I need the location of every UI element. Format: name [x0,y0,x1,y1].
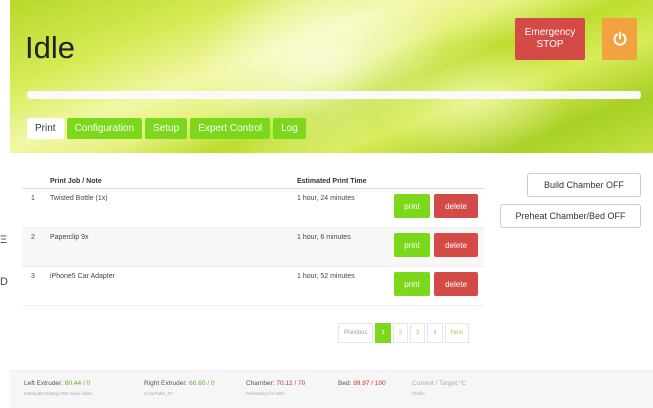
job-time: 1 hour, 6 minutes [297,234,351,241]
left-extruder-label: Left Extruder: [24,380,64,387]
job-time: 1 hour, 24 minutes [297,195,355,202]
row-number: 3 [31,273,35,280]
table-row: 1 Twisted Bottle (1x) 1 hour, 24 minutes… [22,189,484,228]
right-extruder-material: ColorFabb_XT [144,391,174,396]
tab-print[interactable]: Print [27,118,64,139]
temperature-footer: Left Extruder: 60.44 / 0 KSMegBAG(Meg AB… [10,370,653,408]
chamber-note: Preheating for ABS [246,391,285,396]
tab-configuration[interactable]: Configuration [66,118,143,139]
emergency-stop-button[interactable]: Emergency STOP [515,18,585,60]
delete-button[interactable]: delete [434,194,478,218]
estop-label-line1: Emergency [524,27,576,38]
print-button[interactable]: print [394,233,430,257]
current-target-label: Current / Target °C [412,380,467,387]
chamber-label: Chamber: [246,380,275,387]
pagination-previous[interactable]: Previous [338,323,374,343]
print-button[interactable]: print [394,272,430,296]
tab-log[interactable]: Log [273,118,306,139]
job-name: Twisted Bottle (1x) [50,195,108,202]
table-row: 3 iPhone5 Car Adapter 1 hour, 52 minutes… [22,267,484,306]
col-estimated-time: Estimated Print Time [297,178,367,185]
preheat-chamber-bed-button[interactable]: Preheat Chamber/Bed OFF [500,204,641,228]
right-extruder-label: Right Extruder: [144,380,188,387]
pagination-page-3[interactable]: 3 [410,323,426,343]
print-progress-bar [27,91,641,99]
tab-expert-control[interactable]: Expert Control [190,118,271,139]
estop-label-line2: STOP [536,39,564,50]
build-chamber-toggle-button[interactable]: Build Chamber OFF [527,173,641,197]
row-number: 2 [31,234,35,241]
pagination-page-1[interactable]: 1 [375,323,391,343]
print-button[interactable]: print [394,194,430,218]
right-extruder-status: Right Extruder: 60.60 / 0 ColorFabb_XT [144,380,214,396]
bed-status: Bed: 99.97 / 100 [338,380,386,387]
main-tabs: Print Configuration Setup Expert Control… [27,118,306,139]
printer-status-title: Idle [25,30,75,65]
left-extruder-material: KSMegBAG(Meg ABS snow white [24,391,93,396]
pagination-page-4[interactable]: 4 [427,323,443,343]
right-extruder-value: 60.60 / 0 [189,380,215,387]
print-job-table: Print Job / Note Estimated Print Time 1 … [22,172,484,306]
job-name: Paperclip 9x [50,234,89,241]
pagination-page-2[interactable]: 2 [392,323,409,343]
edge-fragment-1: Ξ [0,234,8,246]
delete-button[interactable]: delete [434,272,478,296]
left-extruder-status: Left Extruder: 60.44 / 0 KSMegBAG(Meg AB… [24,380,92,396]
pagination: Previous 1 2 3 4 Next [338,323,470,343]
pagination-next[interactable]: Next [444,323,470,343]
table-row: 2 Paperclip 9x 1 hour, 6 minutes print d… [22,228,484,267]
table-header: Print Job / Note Estimated Print Time [22,172,484,189]
tab-setup[interactable]: Setup [145,118,188,139]
job-name: iPhone5 Car Adapter [50,273,115,280]
status-header: Idle Emergency STOP Print Configuration … [10,0,653,153]
job-time: 1 hour, 52 minutes [297,273,355,280]
chamber-value: 70.12 / 70 [276,380,306,387]
power-button[interactable] [602,18,637,60]
col-print-job: Print Job / Note [50,178,102,185]
edge-fragment-2: D [0,276,8,288]
bed-value: 99.97 / 100 [353,380,386,387]
left-extruder-value: 60.44 / 0 [64,380,91,387]
col-number [22,172,50,188]
current-target-legend: Current / Target °C Profile [412,380,466,396]
delete-button[interactable]: delete [434,233,478,257]
bed-label: Bed: [338,380,352,387]
power-icon [613,31,626,46]
row-number: 1 [31,195,35,202]
profile-label: Profile [412,391,425,396]
chamber-status: Chamber: 70.12 / 70 Preheating for ABS [246,380,305,396]
